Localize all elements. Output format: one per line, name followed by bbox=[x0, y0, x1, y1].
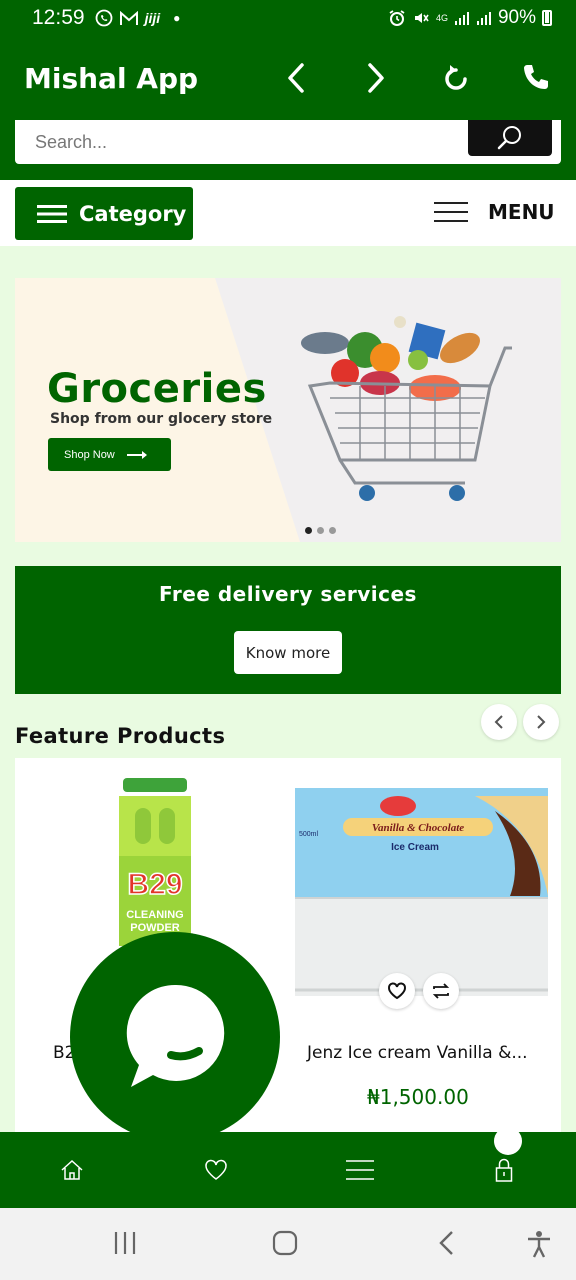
wishlist-button[interactable] bbox=[379, 973, 415, 1009]
hamburger-icon bbox=[37, 204, 67, 223]
signal-icon-2 bbox=[476, 12, 491, 25]
call-button[interactable] bbox=[496, 48, 576, 108]
banner-title: Groceries bbox=[47, 366, 267, 412]
b29-sub-text: CLEANING bbox=[126, 909, 183, 921]
nav-home[interactable] bbox=[0, 1132, 144, 1208]
system-icons: 4G 90% bbox=[388, 7, 552, 29]
search-box bbox=[15, 120, 561, 164]
reload-button[interactable] bbox=[416, 48, 496, 108]
status-bar: 12:59 jiji ● 4G 90% bbox=[0, 0, 576, 36]
mute-icon bbox=[414, 13, 429, 23]
home-button-icon[interactable] bbox=[272, 1230, 298, 1256]
notification-icons: jiji ● bbox=[95, 9, 181, 27]
system-nav-bar bbox=[0, 1208, 576, 1280]
shop-now-label: Shop Now bbox=[64, 448, 115, 461]
arrow-right-icon bbox=[126, 450, 147, 459]
delivery-title: Free delivery services bbox=[159, 582, 417, 606]
featured-title: Feature Products bbox=[15, 724, 226, 748]
phone-icon bbox=[524, 65, 548, 89]
slider-dot-3[interactable] bbox=[329, 527, 336, 534]
product-name: Jenz Ice cream Vanilla &... bbox=[307, 1043, 528, 1063]
compare-button[interactable] bbox=[423, 973, 459, 1009]
menu-button[interactable]: MENU bbox=[434, 200, 555, 224]
accessibility-icon[interactable] bbox=[526, 1230, 552, 1258]
search-input[interactable] bbox=[15, 131, 445, 153]
whatsapp-icon bbox=[95, 9, 112, 27]
home-icon bbox=[61, 1159, 83, 1180]
jiji-icon: jiji bbox=[144, 10, 161, 26]
featured-next-button[interactable] bbox=[523, 704, 559, 740]
battery-percent: 90% bbox=[497, 7, 536, 28]
category-button[interactable]: Category bbox=[15, 187, 193, 240]
app-bar: Mishal App bbox=[0, 36, 576, 120]
shop-now-button[interactable]: Shop Now bbox=[48, 438, 171, 471]
gmail-icon bbox=[119, 10, 138, 25]
forward-icon bbox=[368, 63, 384, 93]
nav-wishlist[interactable] bbox=[144, 1132, 288, 1208]
menu-icon bbox=[346, 1160, 374, 1180]
chevron-right-icon bbox=[537, 715, 546, 729]
grocery-cart-image bbox=[301, 316, 512, 501]
featured-prev-button[interactable] bbox=[481, 704, 517, 740]
b29-logo-text: B29 bbox=[127, 868, 182, 901]
search-icon bbox=[497, 126, 521, 150]
product-image-ice-cream: Vanilla & Chocolate Ice Cream 500ml bbox=[295, 786, 548, 996]
search-button[interactable] bbox=[468, 120, 552, 156]
ice-cream-size-text: 500ml bbox=[299, 831, 319, 838]
nav-menu[interactable] bbox=[288, 1132, 432, 1208]
chevron-left-icon bbox=[494, 715, 503, 729]
category-row: Category MENU bbox=[0, 180, 576, 246]
slider-dots bbox=[305, 527, 336, 534]
delivery-banner: Free delivery services Know more bbox=[15, 566, 561, 694]
chat-button[interactable] bbox=[70, 932, 280, 1142]
app-title: Mishal App bbox=[24, 61, 199, 95]
heart-icon bbox=[388, 982, 406, 1000]
more-notifications-dot: ● bbox=[173, 11, 181, 25]
product-price: ₦1,500.00 bbox=[367, 1085, 469, 1109]
signal-icon bbox=[454, 12, 469, 25]
heart-icon bbox=[205, 1159, 227, 1180]
nav-indicator-dot bbox=[494, 1127, 522, 1155]
banner-slider[interactable]: Groceries Shop from our glocery store Sh… bbox=[15, 278, 561, 542]
slider-dot-2[interactable] bbox=[317, 527, 324, 534]
system-back-icon[interactable] bbox=[438, 1230, 456, 1256]
back-icon bbox=[288, 63, 304, 93]
ice-cream-sub-text: Ice Cream bbox=[391, 842, 439, 853]
battery-icon bbox=[542, 10, 552, 26]
category-label: Category bbox=[79, 201, 187, 226]
clock: 12:59 bbox=[32, 6, 85, 29]
app-actions bbox=[256, 48, 576, 108]
recent-apps-icon[interactable] bbox=[113, 1230, 137, 1256]
forward-button[interactable] bbox=[336, 48, 416, 108]
ice-cream-label-text: Vanilla & Chocolate bbox=[372, 822, 464, 834]
reload-icon bbox=[445, 65, 467, 90]
back-button[interactable] bbox=[256, 48, 336, 108]
menu-icon bbox=[434, 202, 468, 222]
search-band bbox=[0, 120, 576, 180]
slider-dot-1[interactable] bbox=[305, 527, 312, 534]
lock-icon bbox=[495, 1158, 513, 1182]
network-type: 4G bbox=[435, 12, 448, 23]
menu-label: MENU bbox=[488, 200, 555, 224]
bottom-nav bbox=[0, 1132, 576, 1208]
know-more-button[interactable]: Know more bbox=[234, 631, 342, 674]
alarm-icon bbox=[389, 10, 405, 26]
banner-subtitle: Shop from our glocery store bbox=[50, 411, 273, 427]
compare-icon bbox=[432, 983, 450, 999]
chat-icon bbox=[126, 984, 225, 1087]
product-image-b29: B29 CLEANING POWDER bbox=[119, 778, 191, 946]
